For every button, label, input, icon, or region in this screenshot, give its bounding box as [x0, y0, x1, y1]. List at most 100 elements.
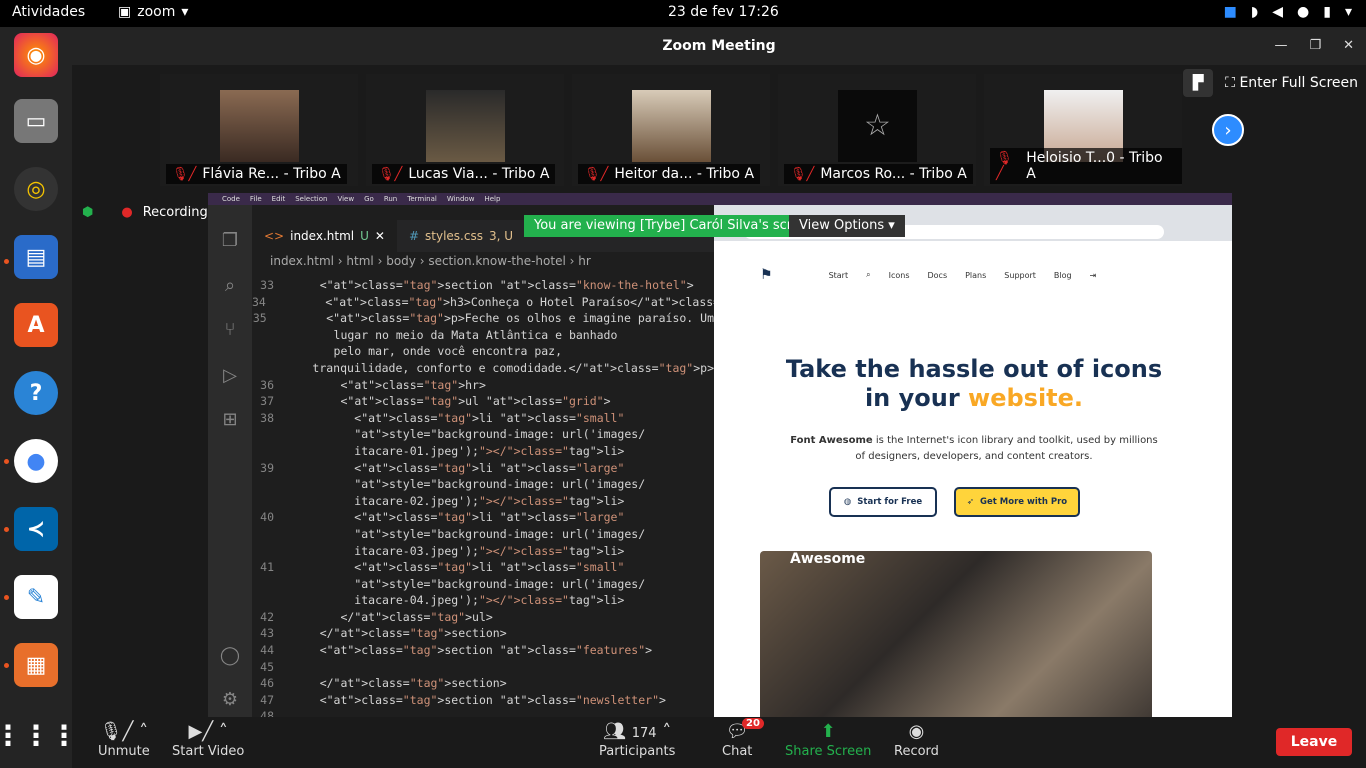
code-line[interactable]: "at">style="background-image: url('image… [252, 526, 714, 543]
system-tray[interactable]: ■ ◗ ◀ ● ▮ ▾ [1224, 4, 1352, 20]
line-number: 33 [260, 278, 274, 292]
nav-link[interactable]: Start [829, 271, 849, 280]
maximize-icon[interactable]: ❐ [1309, 27, 1321, 65]
code-line[interactable]: "at">style="background-image: url('image… [252, 426, 714, 443]
extensions-icon[interactable]: ⊞ [218, 409, 242, 433]
chat-badge: 20 [742, 718, 764, 729]
participant-tile[interactable]: 🎙︎╱ Lucas Via... - Tribo A [366, 74, 564, 186]
search-icon[interactable]: ⌕ [218, 275, 242, 299]
code-line[interactable]: "at">style="background-image: url('image… [252, 476, 714, 493]
breadcrumb-item[interactable]: section.know-the-hotel [428, 254, 565, 268]
code-line[interactable]: 35 <"at">class="tag">p>Feche os olhos e … [252, 310, 714, 327]
leave-button[interactable]: Leave [1276, 728, 1352, 756]
code-line[interactable]: 41 <"at">class="tag">li "at">class="smal… [252, 559, 714, 576]
code-line[interactable]: 46 </"at">class="tag">section> [252, 675, 714, 692]
flag-logo-icon[interactable]: ⚑ [760, 267, 773, 283]
code-line[interactable]: 48 [252, 708, 714, 717]
files-icon[interactable]: ▭ [14, 99, 58, 143]
code-line[interactable]: itacare-02.jpeg');"></">class="tag">li> [252, 493, 714, 510]
code-line[interactable]: tranquilidade, conforto e comodidade.</"… [252, 360, 714, 377]
code-line[interactable]: "at">style="background-image: url('image… [252, 576, 714, 593]
code-line[interactable]: 40 <"at">class="tag">li "at">class="larg… [252, 509, 714, 526]
zoom-tray-icon[interactable]: ■ [1224, 4, 1237, 20]
code-line[interactable]: itacare-01.jpeg');"></">class="tag">li> [252, 443, 714, 460]
unmute-button[interactable]: 🎙︎╱ ˄ Unmute [98, 720, 150, 759]
activities-button[interactable]: Atividades [12, 4, 85, 20]
impress-icon[interactable]: ▦ [14, 643, 58, 687]
code-line[interactable]: itacare-03.jpeg');"></">class="tag">li> [252, 543, 714, 560]
code-line[interactable]: 33 <"at">class="tag">section "at">class=… [252, 277, 714, 294]
start-video-button[interactable]: ▶╱ ˄ Start Video [172, 720, 244, 759]
record-button[interactable]: ◉ Record [894, 720, 939, 759]
code-line[interactable]: 36 <"at">class="tag">hr> [252, 377, 714, 394]
code-line[interactable]: lugar no meio da Mata Atlântica e banhad… [252, 327, 714, 344]
breadcrumb-item[interactable]: hr [578, 254, 591, 268]
line-text: </"at">class="tag">section> [292, 626, 507, 641]
fullscreen-button[interactable]: ⛶ Enter Full Screen [1225, 75, 1358, 91]
participant-tile[interactable]: 🎙︎╱ Flávia Re... - Tribo A [160, 74, 358, 186]
writer-icon[interactable]: ▤ [14, 235, 58, 279]
search-icon[interactable]: ⌕ [866, 270, 870, 280]
chat-button[interactable]: 💬︎ 20 Chat [722, 718, 764, 759]
layout-icon[interactable]: ▛ [1183, 69, 1214, 97]
tab-index-html[interactable]: <> index.html U ✕ [252, 220, 397, 252]
record-label: Record [894, 744, 939, 759]
app-menu[interactable]: ▣ zoom ▾ [118, 4, 188, 20]
code-line[interactable]: itacare-04.jpeg');"></">class="tag">li> [252, 592, 714, 609]
hero-heading: Take the hassle out of icons in your web… [784, 355, 1164, 413]
participant-tile[interactable]: 🎙︎╱ Heitor da... - Tribo A [572, 74, 770, 186]
clock[interactable]: 23 de fev 17:26 [668, 4, 779, 20]
firefox-icon[interactable]: ◉ [14, 33, 58, 77]
minimize-icon[interactable]: — [1274, 27, 1287, 65]
close-icon[interactable]: ✕ [1343, 27, 1354, 65]
chrome-icon[interactable]: ● [14, 439, 58, 483]
line-number: 43 [260, 626, 274, 641]
share-screen-button[interactable]: ⬆ Share Screen [785, 720, 871, 759]
code-line[interactable]: 37 <"at">class="tag">ul "at">class="grid… [252, 393, 714, 410]
nav-link[interactable]: Docs [927, 271, 947, 280]
code-editor[interactable]: 33 <"at">class="tag">section "at">class=… [252, 277, 782, 717]
code-line[interactable]: 38 <"at">class="tag">li "at">class="smal… [252, 410, 714, 427]
next-page-icon[interactable]: › [1212, 114, 1244, 146]
settings-gear-icon[interactable]: ⚙ [218, 689, 242, 713]
text-editor-icon[interactable]: ✎ [14, 575, 58, 619]
code-line[interactable]: 39 <"at">class="tag">li "at">class="larg… [252, 460, 714, 477]
line-number: 37 [260, 394, 274, 409]
vscode-icon[interactable]: ≺ [14, 507, 58, 551]
line-text: lugar no meio da Mata Atlântica e banhad… [292, 327, 618, 342]
participants-button[interactable]: 👥︎ 174 ˄ Participants [599, 720, 675, 759]
code-line[interactable]: 43 </"at">class="tag">section> [252, 625, 714, 642]
code-line[interactable]: 42 </"at">class="tag">ul> [252, 609, 714, 626]
participant-tile[interactable]: ☆ 🎙︎╱ Marcos Ro... - Tribo A [778, 74, 976, 186]
source-control-icon[interactable]: ⑂ [218, 319, 242, 343]
software-icon[interactable]: A [14, 303, 58, 347]
code-line[interactable]: 34 <"at">class="tag">h3>Conheça o Hotel … [252, 294, 782, 311]
account-icon[interactable]: ◯ [218, 645, 242, 669]
help-icon[interactable]: ? [14, 371, 58, 415]
browser-window: fontawesome.com ⚑ Start ⌕ Icons Docs Pla… [714, 205, 1232, 717]
tab-styles-css[interactable]: # styles.css 3, U [397, 220, 525, 252]
participant-tile[interactable]: 🎙︎╱ Heloisio T...0 - Tribo A [984, 74, 1182, 186]
start-free-button[interactable]: ◍ Start for Free [829, 487, 937, 517]
show-apps-icon[interactable]: ⋮⋮⋮ [0, 713, 78, 757]
run-debug-icon[interactable]: ▷ [218, 365, 242, 389]
breadcrumb-item[interactable]: body [386, 254, 416, 268]
code-line[interactable]: pelo mar, onde você encontra paz, [252, 343, 714, 360]
code-line[interactable]: 44 <"at">class="tag">section "at">class=… [252, 642, 714, 659]
breadcrumb-item[interactable]: html [346, 254, 373, 268]
close-tab-icon[interactable]: ✕ [375, 229, 385, 243]
nav-link[interactable]: Support [1004, 271, 1036, 280]
sign-in-icon[interactable]: ⇥ [1090, 271, 1097, 280]
participant-name: Flávia Re... - Tribo A [202, 166, 341, 182]
code-line[interactable]: 47 <"at">class="tag">section "at">class=… [252, 692, 714, 709]
rhythmbox-icon[interactable]: ◎ [14, 167, 58, 211]
code-line[interactable]: 45 [252, 659, 714, 676]
explorer-icon[interactable]: ❐ [218, 230, 242, 254]
get-pro-button[interactable]: ➶ Get More with Pro [954, 487, 1080, 517]
participant-photo [426, 90, 505, 162]
nav-link[interactable]: Plans [965, 271, 986, 280]
breadcrumb-item[interactable]: index.html [270, 254, 334, 268]
nav-link[interactable]: Blog [1054, 271, 1072, 280]
nav-link[interactable]: Icons [889, 271, 910, 280]
view-options-button[interactable]: View Options ▾ [789, 215, 905, 237]
